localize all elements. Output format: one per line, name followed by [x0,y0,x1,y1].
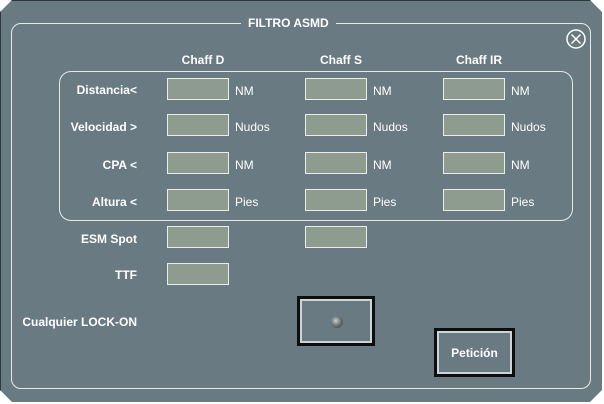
cpa-chaff-d-field[interactable] [167,152,229,174]
filtro-asmd-panel: FILTRO ASMD Chaff D Chaff S Chaff IR Dis… [0,0,602,402]
velocidad-chaff-d-field[interactable] [167,114,229,136]
ttf-field[interactable] [167,263,229,285]
lock-on-label: Cualquier LOCK-ON [22,315,137,329]
row-label-altura: Altura < [91,195,137,209]
panel-title: FILTRO ASMD [241,16,336,30]
column-header-chaff-ir: Chaff IR [456,53,502,67]
unit-label: Nudos [373,120,408,134]
velocidad-chaff-s-field[interactable] [305,114,367,136]
row-label-velocidad: Velocidad > [70,120,137,134]
unit-label: Pies [235,195,259,209]
column-header-chaff-s: Chaff S [320,53,362,67]
unit-label: NM [373,84,392,98]
close-button[interactable] [564,27,588,51]
unit-label: NM [511,84,530,98]
unit-label: NM [235,158,254,172]
esm-spot-label: ESM Spot [81,232,137,246]
altura-chaff-d-field[interactable] [167,189,229,211]
unit-label: Pies [373,195,397,209]
distancia-chaff-s-field[interactable] [305,78,367,100]
cpa-chaff-ir-field[interactable] [443,152,505,174]
unit-label: NM [373,158,392,172]
altura-chaff-s-field[interactable] [305,189,367,211]
unit-label: NM [235,84,254,98]
lock-on-button[interactable] [297,296,375,346]
row-label-cpa: CPA < [102,158,137,172]
cpa-chaff-s-field[interactable] [305,152,367,174]
ttf-label: TTF [115,268,137,282]
altura-chaff-ir-field[interactable] [443,189,505,211]
column-header-chaff-d: Chaff D [181,53,225,67]
close-icon [566,29,586,49]
velocidad-chaff-ir-field[interactable] [443,114,505,136]
indicator-light-icon [331,316,343,328]
distancia-chaff-ir-field[interactable] [443,78,505,100]
unit-label: Nudos [511,120,546,134]
esm-spot-chaff-s-field[interactable] [305,226,367,248]
esm-spot-chaff-d-field[interactable] [167,226,229,248]
unit-label: Nudos [235,120,270,134]
distancia-chaff-d-field[interactable] [167,78,229,100]
row-label-distancia: Distancia< [76,83,137,97]
peticion-button[interactable]: Petición [434,328,515,377]
unit-label: NM [511,158,530,172]
unit-label: Pies [511,195,535,209]
